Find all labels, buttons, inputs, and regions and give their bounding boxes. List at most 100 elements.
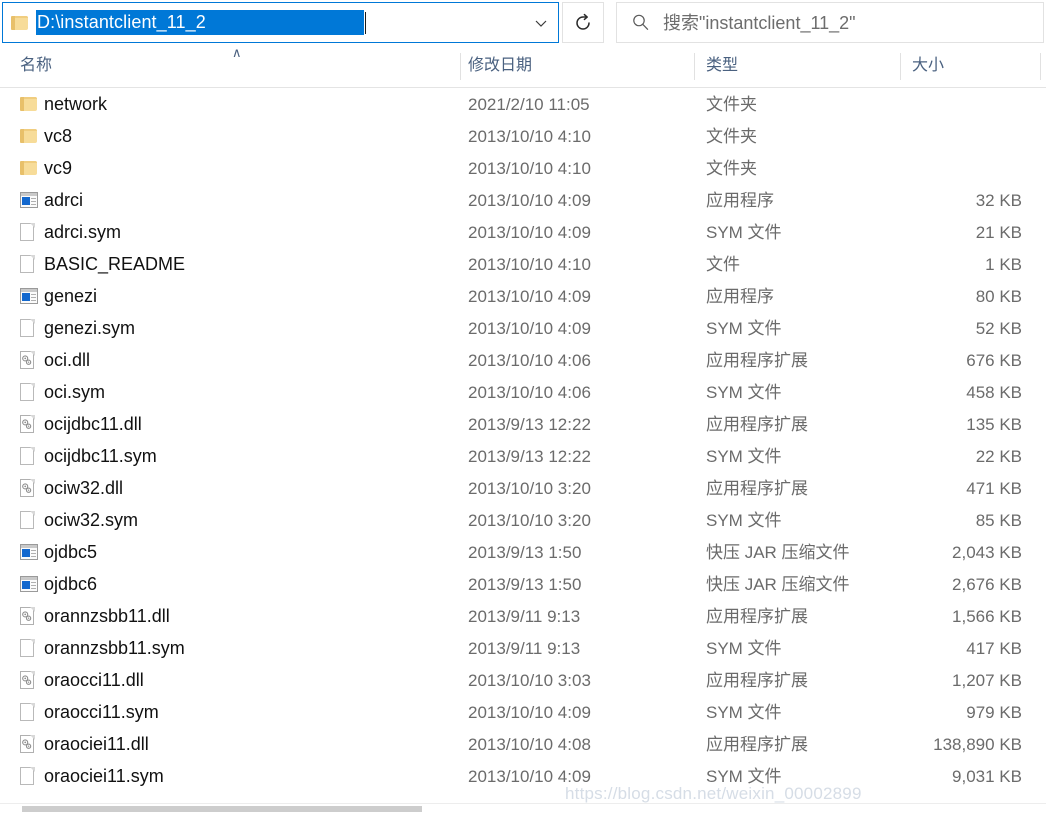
file-icon-cell (0, 318, 44, 338)
file-name[interactable]: ocijdbc11.dll (44, 413, 460, 435)
table-row[interactable]: adrci 2013/10/10 4:09 应用程序 32 KB (0, 184, 1046, 216)
column-header-type[interactable]: 类型 (694, 45, 900, 88)
table-row[interactable]: oraocci11.sym 2013/10/10 4:09 SYM 文件 979 KB (0, 696, 1046, 728)
table-row[interactable]: genezi.sym 2013/10/10 4:09 SYM 文件 52 KB (0, 312, 1046, 344)
file-type: 文件 (706, 254, 740, 274)
column-header-name[interactable]: 名称 (0, 45, 460, 88)
column-header-date-label: 修改日期 (468, 57, 533, 74)
file-modified-date: 2013/9/11 9:13 (468, 606, 581, 626)
application-icon (20, 543, 39, 561)
file-name[interactable]: ojdbc5 (44, 541, 460, 563)
file-type: 文件夹 (706, 126, 757, 146)
file-modified-date: 2013/9/11 9:13 (468, 638, 581, 658)
table-row[interactable]: ojdbc5 2013/9/13 1:50 快压 JAR 压缩文件 2,043 KB (0, 536, 1046, 568)
file-name[interactable]: ocijdbc11.sym (44, 445, 460, 467)
file-name[interactable]: ojdbc6 (44, 573, 460, 595)
file-icon-cell (0, 638, 44, 658)
file-name[interactable]: oraociei11.sym (44, 765, 460, 787)
column-header-size[interactable]: 大小 (900, 45, 1040, 88)
file-name[interactable]: vc8 (44, 125, 460, 147)
file-type: 应用程序扩展 (706, 670, 808, 690)
file-name[interactable]: genezi (44, 285, 460, 307)
search-input[interactable]: 搜索"instantclient_11_2" (663, 12, 856, 34)
file-list[interactable]: network 2021/2/10 11:05 文件夹 vc8 2013/10/10 4… (0, 88, 1046, 792)
table-row[interactable]: ociw32.sym 2013/10/10 3:20 SYM 文件 85 KB (0, 504, 1046, 536)
file-name[interactable]: oci.sym (44, 381, 460, 403)
column-header-name-label: 名称 (20, 57, 53, 74)
table-row[interactable]: orannzsbb11.dll 2013/9/11 9:13 应用程序扩展 1,566… (0, 600, 1046, 632)
table-row[interactable]: ocijdbc11.sym 2013/9/13 12:22 SYM 文件 22 KB (0, 440, 1046, 472)
file-size: 135 KB (966, 414, 1022, 434)
table-row[interactable]: oraociei11.sym 2013/10/10 4:09 SYM 文件 9,031… (0, 760, 1046, 792)
file-name[interactable]: network (44, 93, 460, 115)
file-name[interactable]: ociw32.dll (44, 477, 460, 499)
table-row[interactable]: BASIC_README 2013/10/10 4:10 文件 1 KB (0, 248, 1046, 280)
horizontal-scrollbar[interactable] (0, 803, 1046, 813)
dll-icon (20, 478, 35, 498)
file-name[interactable]: oraociei11.dll (44, 733, 460, 755)
file-modified-date: 2013/9/13 1:50 (468, 542, 582, 562)
file-name[interactable]: genezi.sym (44, 317, 460, 339)
table-row[interactable]: oci.dll 2013/10/10 4:06 应用程序扩展 676 KB (0, 344, 1046, 376)
file-name[interactable]: BASIC_README (44, 253, 460, 275)
file-size: 1,566 KB (952, 606, 1022, 626)
file-icon-cell (0, 670, 44, 690)
file-name[interactable]: adrci (44, 189, 460, 211)
file-type: SYM 文件 (706, 702, 782, 722)
application-icon (20, 287, 39, 305)
column-header-size-label: 大小 (912, 57, 945, 74)
file-name[interactable]: oraocci11.sym (44, 701, 460, 723)
address-bar[interactable]: D:\instantclient_11_2 (2, 2, 559, 43)
chevron-down-icon[interactable] (524, 3, 558, 42)
document-icon (20, 222, 35, 242)
file-icon-cell (0, 254, 44, 274)
file-name[interactable]: vc9 (44, 157, 460, 179)
dll-icon (20, 350, 35, 370)
file-name[interactable]: oci.dll (44, 349, 460, 371)
file-icon-cell (0, 575, 44, 593)
dll-icon (20, 606, 35, 626)
table-row[interactable]: ojdbc6 2013/9/13 1:50 快压 JAR 压缩文件 2,676 KB (0, 568, 1046, 600)
table-row[interactable]: adrci.sym 2013/10/10 4:09 SYM 文件 21 KB (0, 216, 1046, 248)
table-row[interactable]: network 2021/2/10 11:05 文件夹 (0, 88, 1046, 120)
folder-icon (20, 96, 37, 112)
file-icon-cell (0, 702, 44, 722)
file-name[interactable]: oraocci11.dll (44, 669, 460, 691)
file-type: 文件夹 (706, 158, 757, 178)
dll-icon (20, 734, 35, 754)
file-name[interactable]: orannzsbb11.sym (44, 637, 460, 659)
address-path-input[interactable]: D:\instantclient_11_2 (36, 10, 365, 35)
file-size: 52 KB (975, 318, 1022, 338)
file-modified-date: 2013/10/10 4:06 (468, 350, 591, 370)
file-icon-cell (0, 543, 44, 561)
file-type: 应用程序扩展 (706, 414, 808, 434)
document-icon (20, 766, 35, 786)
table-row[interactable]: oraocci11.dll 2013/10/10 3:03 应用程序扩展 1,207 … (0, 664, 1046, 696)
file-name[interactable]: ociw32.sym (44, 509, 460, 531)
file-size: 85 KB (975, 510, 1022, 530)
file-type: SYM 文件 (706, 766, 782, 786)
file-icon-cell (0, 128, 44, 144)
table-row[interactable]: vc9 2013/10/10 4:10 文件夹 (0, 152, 1046, 184)
refresh-button[interactable] (562, 2, 604, 43)
search-box[interactable]: 搜索"instantclient_11_2" (616, 2, 1044, 43)
file-size: 21 KB (975, 222, 1022, 242)
document-icon (20, 382, 35, 402)
horizontal-scrollbar-thumb[interactable] (22, 806, 422, 812)
table-row[interactable]: oraociei11.dll 2013/10/10 4:08 应用程序扩展 138,8… (0, 728, 1046, 760)
folder-icon (20, 160, 37, 176)
file-size: 2,043 KB (952, 542, 1022, 562)
document-icon (20, 638, 35, 658)
file-icon-cell (0, 414, 44, 434)
file-modified-date: 2013/10/10 4:06 (468, 382, 591, 402)
file-size: 32 KB (975, 190, 1022, 210)
table-row[interactable]: genezi 2013/10/10 4:09 应用程序 80 KB (0, 280, 1046, 312)
file-name[interactable]: orannzsbb11.dll (44, 605, 460, 627)
table-row[interactable]: oci.sym 2013/10/10 4:06 SYM 文件 458 KB (0, 376, 1046, 408)
table-row[interactable]: ocijdbc11.dll 2013/9/13 12:22 应用程序扩展 135 KB (0, 408, 1046, 440)
column-header-date[interactable]: 修改日期 (460, 45, 694, 88)
file-name[interactable]: adrci.sym (44, 221, 460, 243)
table-row[interactable]: orannzsbb11.sym 2013/9/11 9:13 SYM 文件 417 K… (0, 632, 1046, 664)
table-row[interactable]: vc8 2013/10/10 4:10 文件夹 (0, 120, 1046, 152)
table-row[interactable]: ociw32.dll 2013/10/10 3:20 应用程序扩展 471 KB (0, 472, 1046, 504)
